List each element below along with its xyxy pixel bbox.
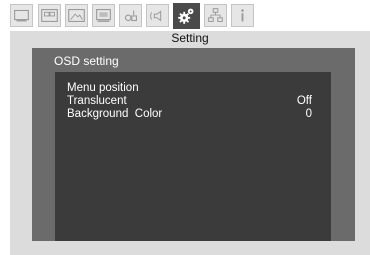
gear-icon	[178, 8, 194, 24]
picture-in-picture-icon	[41, 9, 58, 22]
menu-position-row[interactable]: Menu position	[55, 82, 331, 95]
row-value: 0	[305, 108, 312, 120]
tab-setting[interactable]	[173, 3, 200, 29]
setup-icon	[124, 10, 137, 22]
background-color-row[interactable]: Background Color 0	[55, 108, 331, 121]
image-icon	[68, 9, 85, 22]
tab-audio[interactable]	[146, 4, 169, 27]
tab-display[interactable]	[10, 4, 33, 27]
network-icon	[208, 8, 223, 22]
tab-screen[interactable]	[92, 4, 115, 27]
tab-information[interactable]	[231, 4, 254, 27]
screen-icon	[96, 9, 111, 22]
row-label: Background Color	[67, 108, 163, 120]
panel-title: OSD setting	[54, 54, 119, 68]
tab-setup[interactable]	[119, 4, 142, 27]
menu-tab-bar	[10, 3, 370, 31]
tab-input[interactable]	[38, 4, 61, 27]
settings-list: Menu position Translucent Off Background…	[55, 72, 331, 241]
osd-setting-panel: OSD setting Menu position Translucent Of…	[32, 48, 355, 241]
monitor-icon	[14, 9, 29, 22]
translucent-row[interactable]: Translucent Off	[55, 95, 331, 108]
audio-icon	[150, 10, 162, 22]
row-label: Translucent	[67, 95, 127, 107]
tab-picture[interactable]	[65, 4, 88, 27]
info-icon	[241, 9, 244, 22]
row-value: Off	[296, 95, 312, 107]
row-label: Menu position	[67, 82, 139, 94]
setting-window: Setting OSD setting Menu position Transl…	[10, 31, 370, 255]
tab-network[interactable]	[204, 4, 227, 27]
window-title: Setting	[171, 31, 209, 45]
